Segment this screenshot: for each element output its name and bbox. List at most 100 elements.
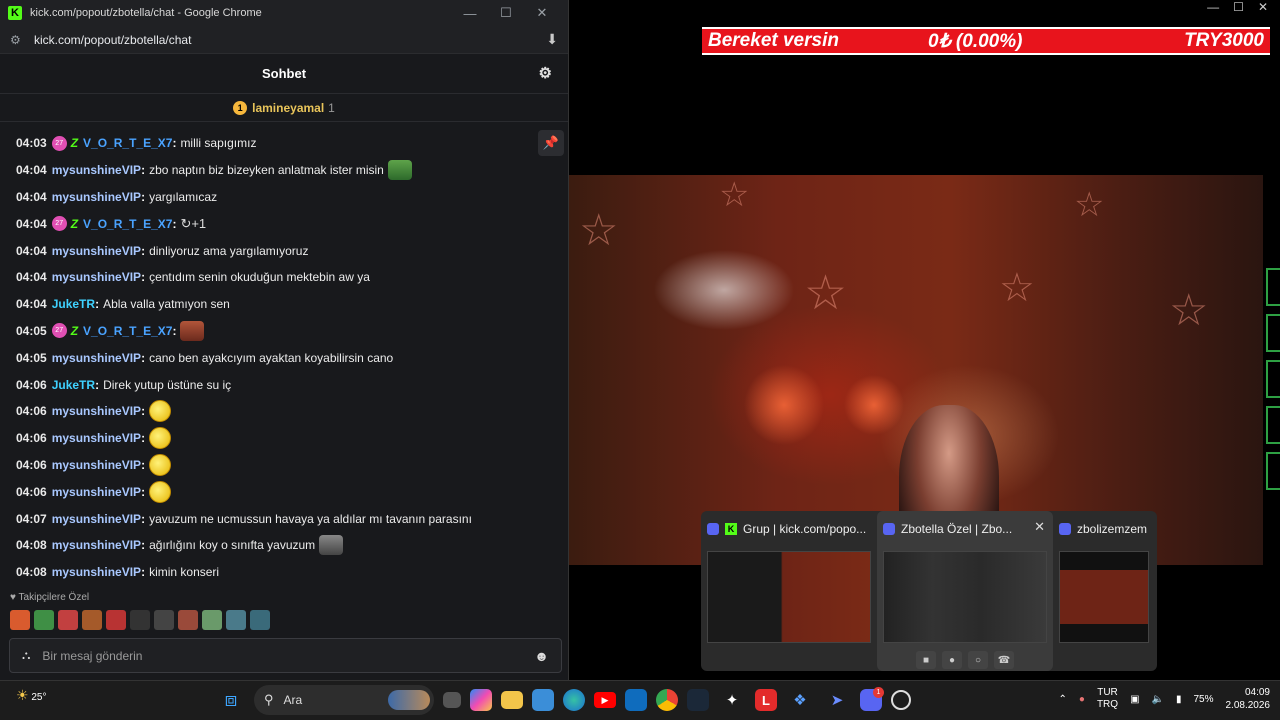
donation-banner: Bereket versin 0₺ (0.00%) TRY3000	[702, 27, 1270, 55]
message-text: yargılamıcaz	[149, 189, 218, 204]
chat-input-box[interactable]: ⛬ Bir mesaj gönderin ☻	[9, 638, 562, 673]
chat-input-field[interactable]: Bir mesaj gönderin	[42, 649, 534, 663]
weather-icon: ☀	[16, 687, 29, 703]
emote-button[interactable]	[58, 610, 78, 630]
star-decoration-icon: ☆	[999, 266, 1035, 310]
message-text: zbo naptın biz bizeyken anlatmak ister m…	[149, 163, 384, 178]
microphone-icon[interactable]: ●	[1079, 694, 1085, 705]
chat-message: 04:04 JukeTR: Abla valla yatmıyon sen	[16, 291, 568, 318]
discord-icon[interactable]: 1	[860, 687, 884, 711]
users-icon[interactable]: ⚙	[539, 64, 552, 82]
emoji-picker-icon[interactable]: ☻	[534, 648, 549, 664]
hangup-icon[interactable]: ☎	[994, 651, 1014, 669]
emote-frog-icon	[387, 160, 412, 181]
language-indicator[interactable]: TUR TRQ	[1097, 687, 1118, 711]
message-time: 04:04	[16, 243, 47, 258]
pin-icon[interactable]: 📌	[538, 130, 564, 156]
chat-message: 04:03 27 Z V_O_R_T_E_X7: milli sapıgımız	[16, 130, 568, 157]
app-icon[interactable]: ❖	[786, 686, 814, 714]
steam-icon[interactable]	[687, 689, 709, 711]
side-thumb[interactable]	[1266, 406, 1280, 444]
maximize-button[interactable]: ☐	[1233, 0, 1244, 20]
message-username[interactable]: mysunshineVIP	[52, 512, 141, 526]
minimize-button[interactable]: —	[1207, 0, 1219, 20]
volume-icon[interactable]: 🔈	[1152, 694, 1164, 705]
start-icon[interactable]: ⧈	[217, 686, 245, 714]
network-icon[interactable]: ▣	[1130, 694, 1139, 705]
message-username[interactable]: mysunshineVIP	[52, 485, 141, 499]
youtube-icon[interactable]: ▶	[594, 692, 616, 708]
copilot-icon[interactable]	[470, 689, 492, 711]
app-l-icon[interactable]: L	[755, 689, 777, 711]
side-thumb[interactable]	[1266, 314, 1280, 352]
message-username[interactable]: mysunshineVIP	[52, 351, 141, 365]
thumbnail-zbotella[interactable]: Zbotella Özel | Zbo... ✕ ■ ● ○ ☎	[877, 511, 1053, 671]
message-username[interactable]: V_O_R_T_E_X7	[83, 324, 172, 338]
emote-button[interactable]	[250, 610, 270, 630]
message-username[interactable]: mysunshineVIP	[52, 270, 141, 284]
emote-button[interactable]	[106, 610, 126, 630]
address-bar[interactable]: ⚙ kick.com/popout/zbotella/chat ⬇	[0, 26, 568, 54]
battery-icon[interactable]: ▮	[1176, 694, 1182, 705]
taskbar-apps: ⧈ ⚲ Ara ▶ ✦ L ❖ ➤ 1	[217, 685, 911, 715]
emote-button[interactable]	[82, 610, 102, 630]
chrome-icon[interactable]	[656, 689, 678, 711]
message-username[interactable]: mysunshineVIP	[52, 404, 141, 418]
message-username[interactable]: mysunshineVIP	[52, 190, 141, 204]
close-button[interactable]: ✕	[1258, 0, 1268, 20]
message-username[interactable]: mysunshineVIP	[52, 244, 141, 258]
search-icon: ⚲	[264, 692, 274, 707]
emote-button[interactable]	[178, 610, 198, 630]
cursor-app-icon[interactable]: ➤	[823, 686, 851, 714]
gift-leaderboard[interactable]: 1 lamineyamal 1	[0, 94, 568, 122]
file-explorer-icon[interactable]	[501, 691, 523, 709]
taskbar-thumbnail-preview: K Grup | kick.com/popo... Zbotella Özel …	[701, 511, 1157, 671]
side-thumb[interactable]	[1266, 360, 1280, 398]
clock-date: 2.08.2026	[1225, 700, 1271, 711]
message-username[interactable]: mysunshineVIP	[52, 538, 141, 552]
app-icon[interactable]	[532, 689, 554, 711]
keyboard-layout: TRQ	[1096, 699, 1119, 710]
message-time: 04:07	[16, 511, 47, 526]
message-username[interactable]: mysunshineVIP	[52, 565, 141, 579]
chevron-up-icon[interactable]: ⌃	[1059, 694, 1067, 705]
stream-video[interactable]: ☆ ☆ ☆ ☆ ☆ ☆	[569, 175, 1263, 565]
app-icon[interactable]: ✦	[718, 686, 746, 714]
message-username[interactable]: mysunshineVIP	[52, 458, 141, 472]
chat-message: 04:06 JukeTR: Direk yutup üstüne su iç	[16, 371, 568, 398]
message-username[interactable]: mysunshineVIP	[52, 163, 141, 177]
edge-icon[interactable]	[563, 689, 585, 711]
headphones-icon[interactable]: ○	[968, 651, 988, 669]
emote-button[interactable]	[154, 610, 174, 630]
download-icon[interactable]: ⬇	[546, 31, 558, 48]
window-title: kick.com/popout/zbotella/chat - Google C…	[30, 7, 262, 19]
close-button[interactable]: ✕	[524, 5, 560, 21]
message-username[interactable]: mysunshineVIP	[52, 431, 141, 445]
maximize-button[interactable]: ☐	[488, 5, 524, 21]
message-username[interactable]: JukeTR	[52, 297, 95, 311]
emote-button[interactable]	[10, 610, 30, 630]
url-text[interactable]: kick.com/popout/zbotella/chat	[34, 33, 546, 47]
thumbnail-zbolizemzem[interactable]: zbolizemzem	[1053, 511, 1157, 671]
emote-button[interactable]	[202, 610, 222, 630]
message-username[interactable]: JukeTR	[52, 378, 95, 392]
emote-button[interactable]	[130, 610, 150, 630]
outlook-icon[interactable]	[625, 689, 647, 711]
taskbar-search[interactable]: ⚲ Ara	[254, 685, 434, 715]
minimize-button[interactable]: —	[452, 6, 488, 21]
side-thumb[interactable]	[1266, 452, 1280, 490]
thumbnail-grup[interactable]: K Grup | kick.com/popo...	[701, 511, 877, 671]
site-info-icon[interactable]: ⚙	[10, 33, 26, 47]
weather-widget[interactable]: ☀ 25°	[16, 687, 46, 704]
message-username[interactable]: V_O_R_T_E_X7	[83, 217, 172, 231]
emote-button[interactable]	[226, 610, 246, 630]
camera-icon[interactable]: ■	[916, 651, 936, 669]
clock[interactable]: 04:09 2.08.2026	[1226, 686, 1271, 712]
microphone-icon[interactable]: ●	[942, 651, 962, 669]
app-icon[interactable]	[891, 690, 911, 710]
close-icon[interactable]: ✕	[1034, 519, 1045, 535]
task-view-icon[interactable]	[443, 692, 461, 708]
side-thumb[interactable]	[1266, 268, 1280, 306]
emote-button[interactable]	[34, 610, 54, 630]
message-username[interactable]: V_O_R_T_E_X7	[83, 136, 172, 150]
